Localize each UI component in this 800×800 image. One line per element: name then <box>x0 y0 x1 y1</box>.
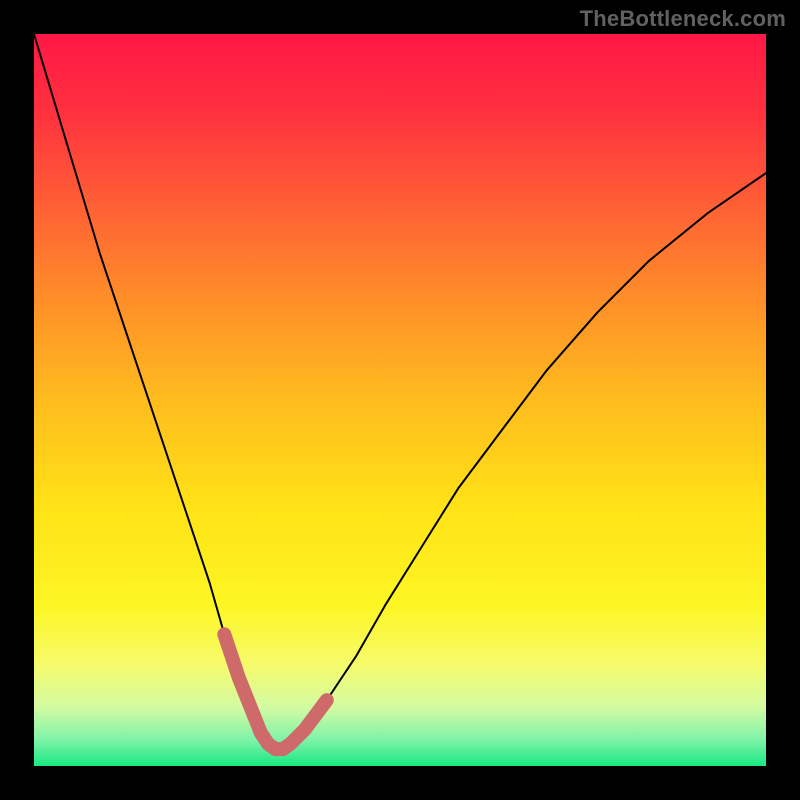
chart-container: TheBottleneck.com <box>0 0 800 800</box>
watermark-text: TheBottleneck.com <box>580 6 786 32</box>
gradient-background <box>34 34 766 766</box>
chart-plot-area <box>34 34 766 766</box>
chart-svg <box>34 34 766 766</box>
